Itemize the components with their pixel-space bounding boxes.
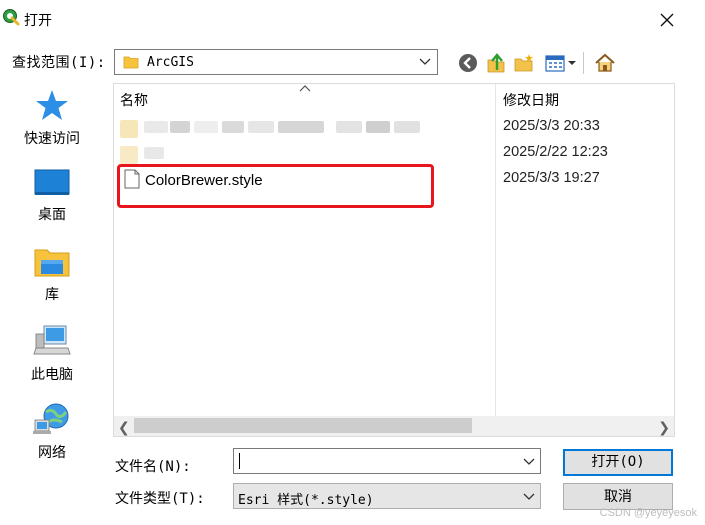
chevron-down-icon xyxy=(523,493,535,500)
place-label: 库 xyxy=(45,286,59,302)
redacted-name xyxy=(248,121,274,133)
chevron-down-icon[interactable] xyxy=(523,457,535,467)
filetype-label: 文件类型(T): xyxy=(115,491,205,507)
look-in-label: 查找范围(I): xyxy=(12,55,106,71)
list-item[interactable]: 2025/3/3 20:33 xyxy=(114,114,674,140)
look-in-combobox[interactable]: ArcGIS xyxy=(114,49,438,75)
filetype-value: Esri 样式(*.style) xyxy=(238,493,374,508)
modified-date: 2025/3/3 20:33 xyxy=(503,118,600,134)
star-icon xyxy=(36,90,68,120)
view-menu-icon[interactable] xyxy=(544,52,578,74)
open-file-dialog: 打开 查找范围(I): ArcGIS 快速访问 桌面 库 此电脑 网络 名称 修… xyxy=(0,0,705,525)
place-label: 快速访问 xyxy=(24,130,80,146)
scroll-left-icon[interactable]: ❮ xyxy=(118,419,130,436)
redacted-name xyxy=(194,121,218,133)
place-label: 此电脑 xyxy=(31,366,73,382)
scrollbar-thumb[interactable] xyxy=(134,418,472,433)
horizontal-scrollbar[interactable]: ❮ ❯ xyxy=(114,416,674,436)
redacted-name xyxy=(394,121,420,133)
redacted-name xyxy=(170,121,190,133)
folder-icon xyxy=(123,56,139,69)
desktop-icon xyxy=(34,169,70,195)
list-item[interactable]: 2025/2/22 12:23 xyxy=(114,140,674,166)
toolbar-separator xyxy=(583,52,584,74)
modified-date: 2025/2/22 12:23 xyxy=(503,144,608,160)
places-bar: 快速访问 桌面 库 此电脑 网络 xyxy=(10,84,104,524)
place-label: 网络 xyxy=(38,444,66,460)
library-icon xyxy=(34,249,70,277)
watermark-text: CSDN @yeyeyesok xyxy=(599,507,697,519)
filename-label: 文件名(N): xyxy=(115,459,191,475)
redacted-name xyxy=(366,121,390,133)
close-icon[interactable] xyxy=(655,8,679,32)
back-icon[interactable] xyxy=(457,52,479,74)
redacted-name xyxy=(336,121,362,133)
text-caret xyxy=(239,453,240,469)
place-label: 桌面 xyxy=(38,206,66,222)
place-desktop[interactable]: 桌面 xyxy=(10,168,94,238)
redacted-name xyxy=(144,121,168,133)
home-icon[interactable] xyxy=(594,52,616,74)
redacted-folder-icon xyxy=(120,120,138,138)
window-title: 打开 xyxy=(24,12,52,28)
modified-date: 2025/3/3 19:27 xyxy=(503,170,600,186)
look-in-value: ArcGIS xyxy=(147,55,194,70)
scroll-right-icon[interactable]: ❯ xyxy=(658,419,670,436)
title-bar: 打开 xyxy=(0,0,705,38)
up-folder-icon[interactable] xyxy=(485,52,507,74)
filetype-select[interactable]: Esri 样式(*.style) xyxy=(233,483,541,509)
place-this-pc[interactable]: 此电脑 xyxy=(10,324,94,394)
cancel-button[interactable]: 取消 xyxy=(563,483,673,510)
open-button[interactable]: 打开(O) xyxy=(563,449,673,476)
new-folder-icon[interactable] xyxy=(513,52,535,74)
place-network[interactable]: 网络 xyxy=(10,402,94,472)
network-icon xyxy=(33,403,69,434)
sort-ascending-icon xyxy=(299,85,311,92)
redacted-folder-icon xyxy=(120,146,138,164)
redacted-name xyxy=(144,147,164,159)
redacted-name xyxy=(278,121,324,133)
computer-icon xyxy=(33,325,71,355)
file-list[interactable]: 名称 修改日期 2025/3/3 20:33 2025/2/22 12:23 C… xyxy=(113,83,675,437)
place-library[interactable]: 库 xyxy=(10,246,94,316)
list-item[interactable]: 2025/3/3 19:27 xyxy=(114,166,674,192)
chevron-down-icon xyxy=(419,58,431,65)
filename-input[interactable] xyxy=(233,448,541,474)
place-quick-access[interactable]: 快速访问 xyxy=(10,88,94,158)
redacted-name xyxy=(222,121,244,133)
qgis-app-icon xyxy=(3,9,20,26)
